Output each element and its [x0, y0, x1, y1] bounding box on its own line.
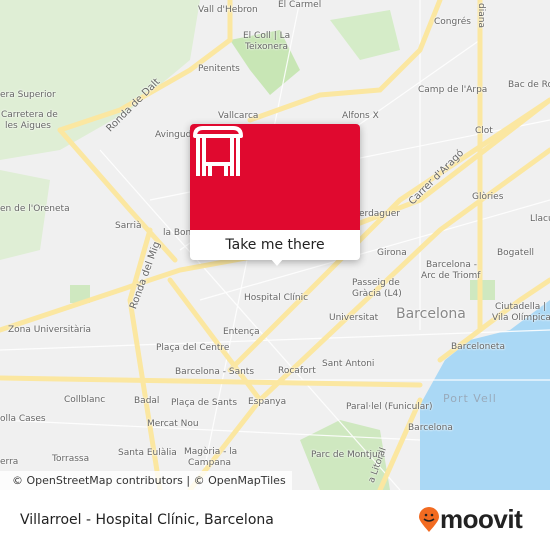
map-label: les Aigues — [5, 121, 51, 131]
map[interactable]: Vall d'Hebron El Carmel Congrés El Coll … — [0, 0, 550, 490]
map-label: Barcelona — [408, 423, 453, 433]
map-label: Arc de Triomf — [421, 271, 481, 281]
map-label: Llacuna — [530, 214, 550, 224]
map-label: Badal — [134, 396, 160, 406]
map-label: Barceloneta — [451, 342, 505, 352]
map-label: Bogatell — [497, 248, 534, 258]
map-label: erdaguer — [359, 209, 400, 219]
stop-title: Villarroel - Hospital Clínic, Barcelona — [20, 512, 274, 528]
map-label: Ciutadella | — [495, 302, 547, 312]
map-label: Santa Eulàlia — [118, 448, 177, 458]
map-label: El Coll | La — [243, 31, 291, 41]
map-label: Universitat — [329, 313, 379, 323]
road-label: diana — [475, 3, 486, 28]
map-label: Espanya — [248, 397, 287, 407]
map-label: Zona Universitària — [8, 325, 92, 335]
map-label: Vall d'Hebron — [198, 5, 258, 15]
map-label: Avingud — [155, 130, 192, 140]
map-label: en de l'Oreneta — [0, 204, 70, 214]
city-label: Barcelona — [396, 306, 466, 322]
map-label: Rocafort — [278, 366, 316, 376]
map-label: Sarrià — [115, 221, 142, 231]
map-label: Congrés — [434, 17, 471, 27]
map-label: Camp de l'Arpa — [418, 85, 488, 95]
map-label: Passeig de — [352, 278, 400, 288]
map-label: Alfons X — [342, 111, 379, 121]
map-attribution[interactable]: © OpenStreetMap contributors | © OpenMap… — [0, 471, 292, 490]
moovit-logo: moovit — [418, 504, 523, 535]
map-label: Plaça de Sants — [171, 398, 238, 408]
map-label: Sant Antoni — [322, 359, 375, 369]
map-label: Magòria - la — [184, 447, 238, 457]
map-label: Vila Olímpica — [492, 313, 550, 323]
map-label: olla Cases — [0, 414, 46, 424]
map-label: Clot — [475, 126, 493, 136]
map-label: Plaça del Centre — [156, 343, 230, 353]
popup-pointer — [270, 258, 284, 266]
take-me-there-button[interactable]: Take me there — [190, 230, 360, 260]
footer: Villarroel - Hospital Clínic, Barcelona … — [0, 490, 550, 550]
map-label: Torrassa — [52, 454, 90, 464]
stop-popup[interactable]: Take me there — [190, 124, 360, 266]
map-label: Vallcarca — [218, 111, 259, 121]
map-label: la Bon — [163, 228, 192, 238]
moovit-pin-icon — [419, 506, 439, 532]
map-label: El Carmel — [278, 0, 322, 10]
map-label: Hospital Clínic — [244, 293, 309, 303]
map-label: Gràcia (L4) — [352, 289, 402, 299]
map-label: Campana — [188, 458, 232, 468]
map-label: Barcelona - Sants — [175, 367, 255, 377]
map-label: Carretera de — [1, 110, 58, 120]
map-label: era Superior — [0, 90, 56, 100]
map-label: Mercat Nou — [147, 419, 199, 429]
logo-text: moovit — [440, 504, 523, 534]
map-label: Girona — [377, 248, 407, 258]
map-label: Collblanc — [64, 395, 106, 405]
map-label: Barcelona - — [426, 260, 478, 270]
map-label: Entença — [223, 327, 260, 337]
popup-header — [190, 124, 360, 230]
map-label: Teixonera — [245, 42, 289, 52]
map-label: Penitents — [198, 64, 240, 74]
map-label: Port Vell — [443, 392, 497, 405]
map-label: Bac de Roda — [508, 80, 550, 90]
map-label: Glòries — [472, 192, 504, 202]
map-label: erra — [0, 457, 19, 467]
bus-stop-icon — [193, 126, 243, 176]
map-label: Paral·lel (Funicular) — [346, 402, 433, 412]
